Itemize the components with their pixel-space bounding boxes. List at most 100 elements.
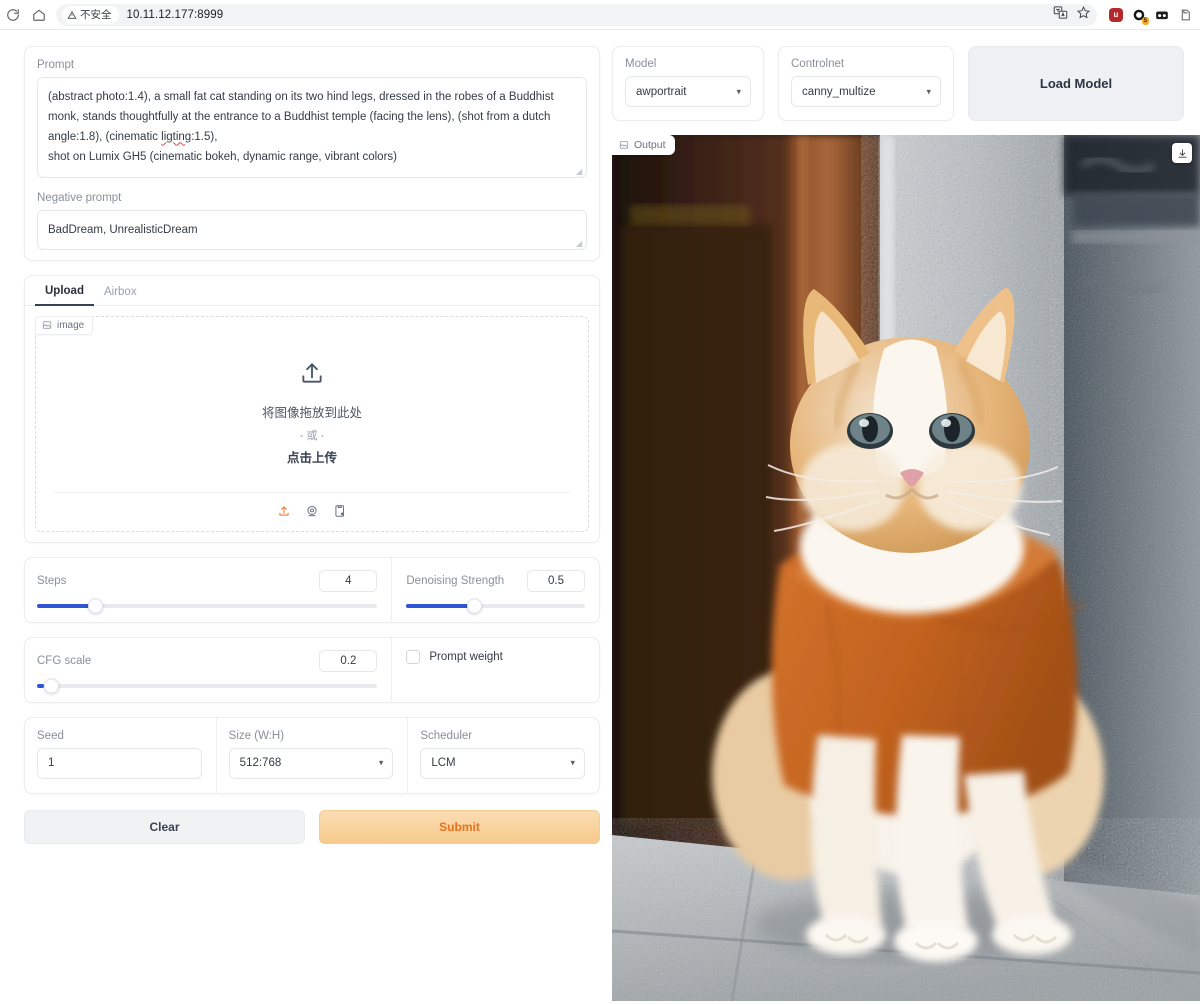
prompt-weight-label: Prompt weight — [429, 650, 503, 663]
output-image-panel: Output — [612, 135, 1200, 1001]
scheduler-label: Scheduler — [420, 729, 473, 742]
prompt-text-tail: :1.5), — [191, 131, 218, 144]
seed-input[interactable]: 1 — [37, 747, 202, 779]
seed-value: 1 — [48, 757, 55, 770]
extension-badge-count: 5 — [1141, 16, 1149, 25]
tab-airbox[interactable]: Airbox — [94, 280, 147, 305]
chevron-down-icon: ▾ — [736, 86, 741, 96]
chevron-down-icon: ▾ — [378, 757, 384, 768]
cfg-scale-label: CFG scale — [37, 654, 92, 667]
resize-grip-icon[interactable]: ◢ — [576, 239, 584, 248]
address-bar[interactable]: 不安全 10.11.12.177:8999 — [56, 3, 1097, 26]
drop-instructions: 将图像拖放到此处 - 或 - 点击上传 — [262, 360, 362, 471]
upload-actions — [36, 504, 588, 523]
prompt-text-line2: shot on Lumix GH5 (cinematic bokeh, dyna… — [48, 151, 397, 164]
cfg-scale-value-input[interactable]: 0.2 — [319, 649, 378, 672]
security-chip[interactable]: 不安全 — [62, 5, 119, 24]
translate-icon[interactable] — [1053, 5, 1068, 25]
download-icon[interactable] — [1172, 143, 1192, 163]
url-text: 10.11.12.177:8999 — [126, 8, 224, 21]
clear-button[interactable]: Clear — [24, 809, 305, 844]
image-component-badge: image — [35, 315, 94, 335]
home-icon[interactable] — [26, 4, 52, 26]
drop-or-text: - 或 - — [299, 430, 325, 443]
output-badge: Output — [612, 135, 675, 155]
webcam-icon[interactable] — [305, 504, 319, 523]
model-controls-row: Model awportrait ▾ Controlnet canny_mult… — [612, 46, 1200, 121]
left-panel: Prompt (abstract photo:1.4), a small fat… — [0, 30, 612, 1005]
controlnet-label: Controlnet — [791, 58, 845, 70]
cfg-cell: CFG scale 0.2 — [25, 637, 393, 702]
action-buttons: Clear Submit — [24, 809, 600, 844]
ublock-origin-icon[interactable]: u — [1109, 7, 1123, 22]
dark-reader-icon[interactable]: 5 — [1132, 8, 1149, 25]
model-label: Model — [625, 58, 657, 70]
prompt-weight-cell: Prompt weight — [392, 638, 599, 702]
browser-toolbar: 不安全 10.11.12.177:8999 u 5 — [0, 0, 1200, 30]
size-label: Size (W:H) — [228, 729, 285, 742]
negative-prompt-label: Negative prompt — [37, 191, 122, 204]
steps-value-input[interactable]: 4 — [319, 569, 378, 592]
controlnet-cell: Controlnet canny_multize ▾ — [778, 46, 954, 121]
omnibox-actions — [1053, 4, 1091, 26]
clipper-icon[interactable] — [1178, 8, 1192, 22]
paste-clipboard-icon[interactable] — [333, 504, 347, 523]
source-tabs: Upload Airbox — [25, 276, 599, 306]
size-cell: Size (W:H) 512:768 ▾ — [215, 717, 408, 793]
steps-slider[interactable] — [37, 598, 378, 614]
load-model-button[interactable]: Load Model — [968, 46, 1184, 121]
submit-button[interactable]: Submit — [319, 809, 600, 844]
prompt-block: Prompt (abstract photo:1.4), a small fat… — [24, 46, 600, 261]
right-panel: Model awportrait ▾ Controlnet canny_mult… — [612, 30, 1200, 1005]
cfg-scale-slider[interactable] — [37, 678, 378, 694]
app-root: Prompt (abstract photo:1.4), a small fat… — [0, 30, 1200, 1005]
prompt-weight-checkbox[interactable] — [406, 649, 421, 664]
negative-prompt-value: BadDream, UnrealisticDream — [48, 223, 198, 236]
size-select[interactable]: 512:768 ▾ — [228, 747, 394, 779]
prompt-text-main: (abstract photo:1.4), a small fat cat st… — [48, 91, 554, 144]
prompt-label: Prompt — [37, 59, 75, 71]
scheduler-value: LCM — [431, 757, 456, 770]
chevron-down-icon: ▾ — [570, 757, 576, 768]
steps-cell: Steps 4 — [25, 557, 393, 622]
controlnet-value: canny_multize — [802, 85, 876, 98]
controlnet-select[interactable]: canny_multize ▾ — [791, 76, 941, 107]
cfg-promptweight-row: CFG scale 0.2 Prompt weight — [24, 636, 600, 703]
seed-size-scheduler-row: Seed 1 Size (W:H) 512:768 ▾ Scheduler LC… — [24, 716, 600, 794]
security-label: 不安全 — [80, 9, 112, 21]
prompt-weight-checkbox-row[interactable]: Prompt weight — [406, 649, 585, 664]
denoising-strength-slider[interactable] — [406, 598, 586, 614]
divider — [54, 491, 570, 493]
prompt-input[interactable]: (abstract photo:1.4), a small fat cat st… — [37, 77, 587, 178]
drop-here-text: 将图像拖放到此处 — [261, 406, 362, 421]
image-source-block: Upload Airbox image 将图像拖放到此处 - 或 - 点击上传 — [24, 274, 600, 543]
denoising-strength-label: Denoising Strength — [406, 574, 505, 587]
tampermonkey-icon[interactable] — [1155, 8, 1169, 22]
denoising-strength-value-input[interactable]: 0.5 — [527, 569, 586, 592]
model-cell: Model awportrait ▾ — [613, 47, 763, 120]
image-placeholder-icon — [42, 321, 52, 329]
image-drop-zone[interactable]: image 将图像拖放到此处 - 或 - 点击上传 — [35, 315, 589, 532]
tab-upload[interactable]: Upload — [35, 279, 94, 306]
denoising-cell: Denoising Strength 0.5 — [392, 558, 599, 622]
click-to-upload-text: 点击上传 — [286, 451, 337, 466]
size-value: 512:768 — [239, 757, 282, 770]
scheduler-select[interactable]: LCM ▾ — [420, 747, 586, 779]
warning-triangle-icon — [67, 10, 77, 19]
scheduler-cell: Scheduler LCM ▾ — [407, 717, 599, 793]
model-value: awportrait — [636, 85, 687, 98]
star-icon[interactable] — [1076, 5, 1091, 25]
extensions-group: u 5 — [1103, 3, 1198, 26]
resize-grip-icon[interactable]: ◢ — [576, 167, 584, 176]
output-badge-label: Output — [634, 139, 666, 151]
reload-icon[interactable] — [0, 4, 26, 26]
prompt-misspelled-word: ligting — [161, 131, 192, 144]
upload-icon[interactable] — [277, 504, 291, 523]
negative-prompt-input[interactable]: BadDream, UnrealisticDream ◢ — [37, 209, 587, 250]
generated-image — [612, 135, 1200, 1001]
image-placeholder-icon — [619, 141, 629, 149]
steps-label: Steps — [37, 574, 67, 587]
model-select[interactable]: awportrait ▾ — [625, 76, 751, 107]
seed-label: Seed — [37, 729, 64, 742]
chevron-down-icon: ▾ — [926, 86, 931, 96]
